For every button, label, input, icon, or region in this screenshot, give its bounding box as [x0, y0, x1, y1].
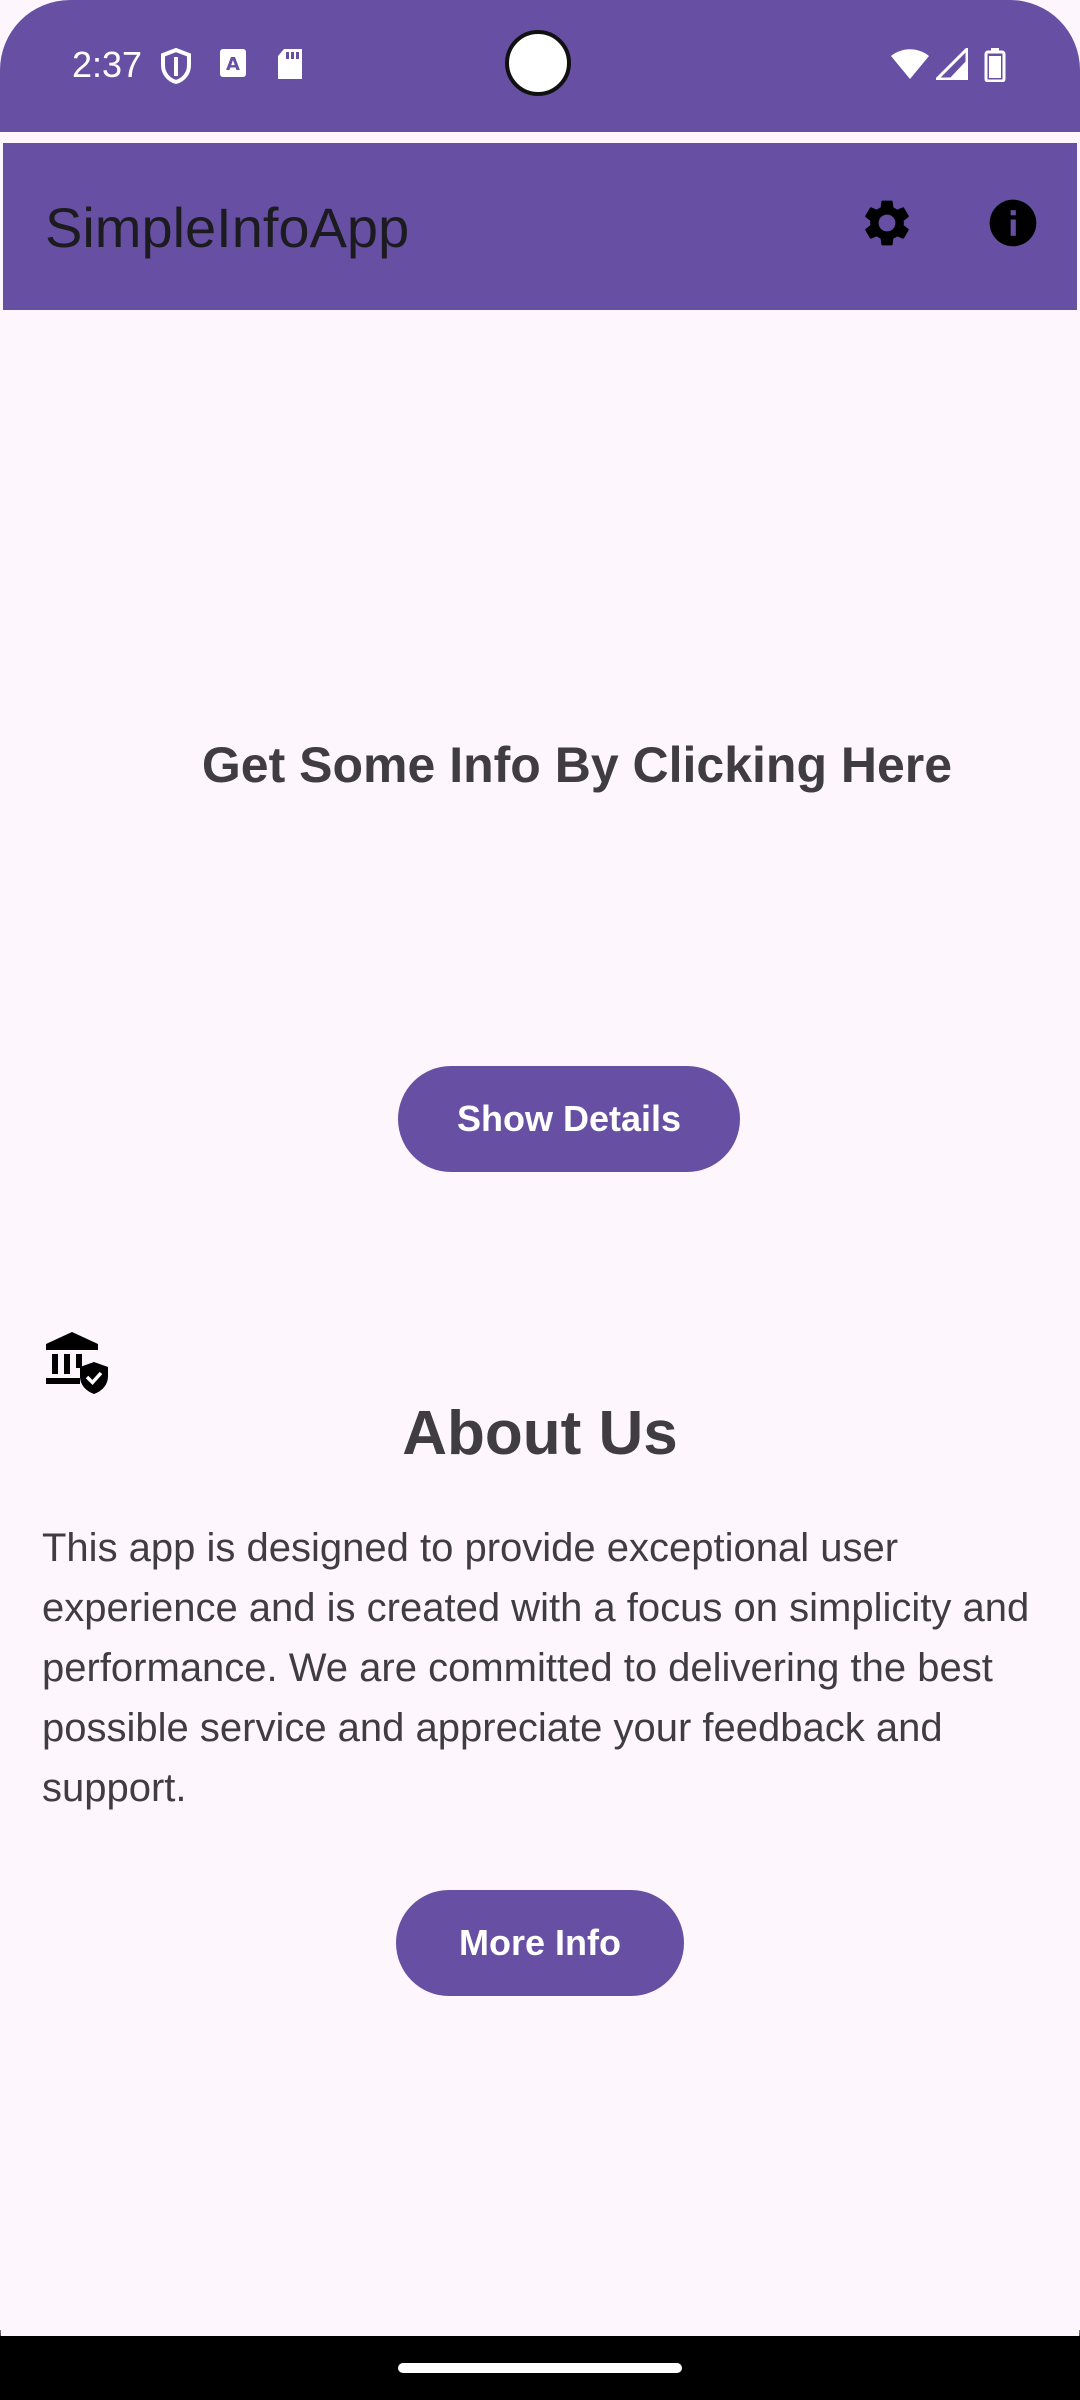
font-a-icon: A — [219, 48, 247, 83]
battery-icon — [984, 48, 1006, 87]
shield-icon — [160, 47, 192, 89]
status-divider — [0, 132, 1080, 142]
status-bar: 2:37 A — [0, 0, 1080, 132]
sd-card-icon — [276, 48, 304, 85]
signal-icon — [933, 45, 969, 85]
gear-icon — [859, 195, 915, 256]
svg-text:A: A — [226, 54, 240, 75]
info-button[interactable] — [973, 185, 1053, 265]
about-title: About Us — [402, 1399, 678, 1468]
wifi-icon — [890, 48, 930, 85]
settings-button[interactable] — [847, 185, 927, 265]
show-details-button[interactable]: Show Details — [398, 1066, 740, 1172]
home-gesture-handle[interactable] — [398, 2363, 682, 2373]
status-time: 2:37 — [72, 44, 143, 85]
top-app-bar: SimpleInfoApp — [3, 143, 1077, 310]
about-description: This app is designed to provide exceptio… — [42, 1526, 1030, 1810]
info-icon — [985, 195, 1041, 256]
camera-cutout — [505, 30, 571, 96]
more-info-button[interactable]: More Info — [396, 1890, 684, 1996]
bank-shield-icon — [44, 1330, 110, 1396]
screen-corner-left — [0, 2330, 70, 2400]
screen-corner-right — [1010, 2330, 1080, 2400]
app-title: SimpleInfoApp — [45, 196, 410, 259]
info-headline: Get Some Info By Clicking Here — [201, 737, 953, 793]
